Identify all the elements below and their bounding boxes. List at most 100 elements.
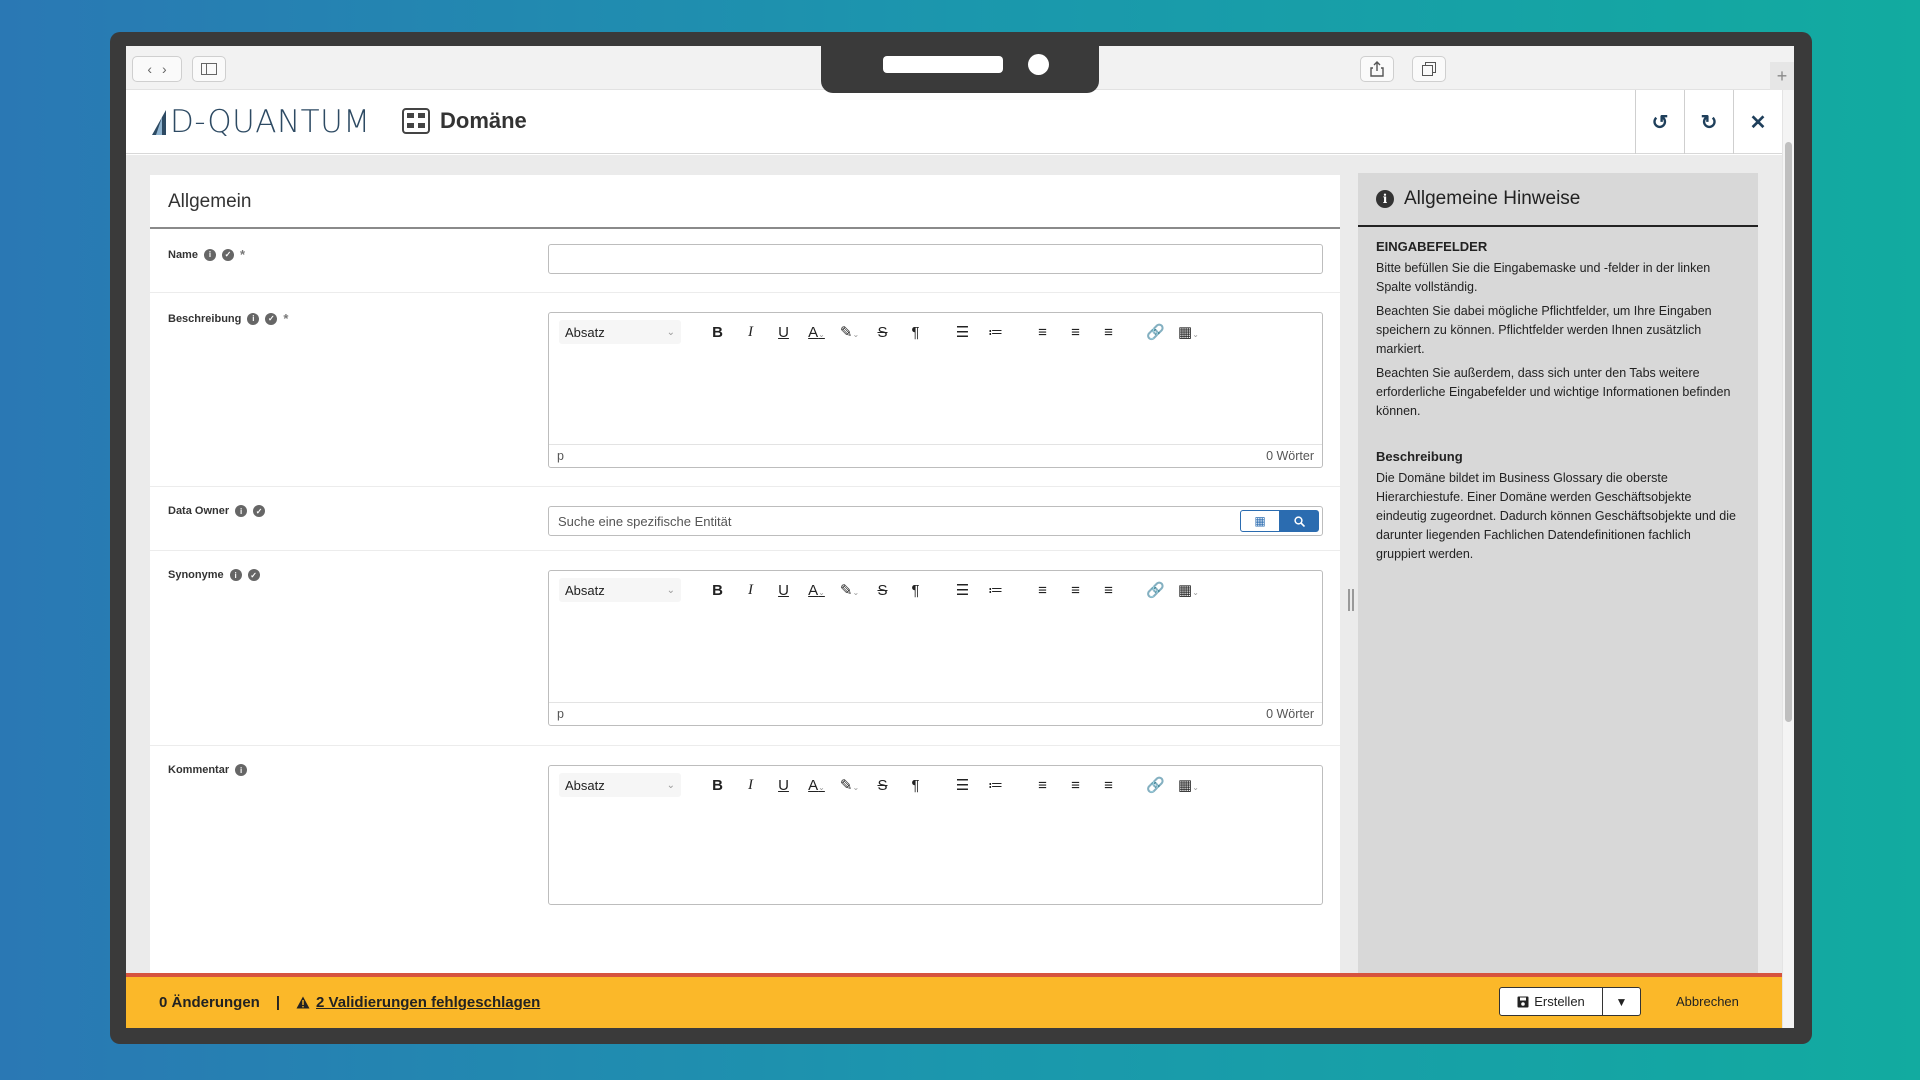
bold-icon[interactable]: B: [701, 777, 734, 794]
editor-content[interactable]: [549, 351, 1322, 445]
format-select[interactable]: Absatz ⌄: [559, 578, 681, 602]
create-options-dropdown[interactable]: ▼: [1603, 987, 1641, 1016]
name-input[interactable]: [548, 244, 1323, 274]
info-paragraph: Bitte befüllen Sie die Eingabemaske und …: [1376, 261, 1711, 294]
create-button-group: Erstellen ▼: [1499, 987, 1641, 1016]
table-icon[interactable]: ▦⌄: [1172, 776, 1205, 794]
chevron-down-icon: ⌄: [666, 584, 675, 596]
bullet-list-icon[interactable]: ☰: [946, 581, 979, 599]
align-right-icon[interactable]: ≡: [1092, 324, 1125, 341]
editor-content[interactable]: [549, 609, 1322, 703]
numbered-list-icon[interactable]: ≔: [979, 323, 1012, 341]
tabs-overview-button[interactable]: [1412, 56, 1446, 82]
cancel-button[interactable]: Abbrechen: [1676, 994, 1739, 1009]
numbered-list-icon[interactable]: ≔: [979, 581, 1012, 599]
bullet-list-icon[interactable]: ☰: [946, 776, 979, 794]
align-center-icon[interactable]: ≡: [1059, 777, 1092, 794]
align-left-icon[interactable]: ≡: [1026, 777, 1059, 794]
strikethrough-icon[interactable]: S: [866, 582, 899, 599]
align-left-icon[interactable]: ≡: [1026, 582, 1059, 599]
link-icon[interactable]: 🔗: [1139, 323, 1172, 341]
logo-text: D-QUANTUM: [170, 104, 371, 140]
underline-icon[interactable]: U: [767, 324, 800, 341]
italic-icon[interactable]: I: [734, 582, 767, 599]
bullet-list-icon[interactable]: ☰: [946, 323, 979, 341]
create-label: Erstellen: [1534, 994, 1585, 1009]
strikethrough-icon[interactable]: S: [866, 324, 899, 341]
bold-icon[interactable]: B: [701, 582, 734, 599]
kommentar-label-group: Kommentar i: [168, 764, 248, 776]
highlight-icon[interactable]: ✎⌄: [833, 776, 866, 794]
info-panel-body: EINGABEFELDER Bitte befüllen Sie die Ein…: [1358, 227, 1758, 579]
check-icon: ✓: [221, 248, 234, 261]
scrollbar[interactable]: [1782, 90, 1794, 1028]
beschreibung-label-group: Beschreibung i ✓ *: [168, 311, 288, 326]
beschreibung-row: Beschreibung i ✓ * Absatz ⌄ B I U A⌄ ✎⌄ S…: [150, 293, 1340, 487]
underline-icon[interactable]: U: [767, 777, 800, 794]
align-right-icon[interactable]: ≡: [1092, 582, 1125, 599]
editor-status-bar: p 0 Wörter: [549, 445, 1322, 467]
bold-icon[interactable]: B: [701, 324, 734, 341]
form-panel: Allgemein Name i ✓ * Beschreibung i ✓ *: [150, 175, 1340, 973]
changes-count: 0 Änderungen: [159, 994, 260, 1011]
info-icon[interactable]: i: [203, 248, 216, 261]
forward-icon[interactable]: ›: [162, 61, 167, 77]
data-owner-search-input[interactable]: Suche eine spezifische Entität ▦: [548, 506, 1323, 536]
kommentar-label: Kommentar: [168, 764, 230, 776]
align-left-icon[interactable]: ≡: [1026, 324, 1059, 341]
editor-toolbar: Absatz ⌄ B I U A⌄ ✎⌄ S ¶ ☰ ≔ ≡ ≡ ≡ 🔗 ▦⌄: [549, 571, 1322, 609]
scrollbar-thumb[interactable]: [1785, 142, 1792, 722]
text-color-icon[interactable]: A⌄: [800, 777, 833, 794]
align-center-icon[interactable]: ≡: [1059, 324, 1092, 341]
kommentar-editor[interactable]: Absatz ⌄ B I U A⌄ ✎⌄ S ¶ ☰ ≔ ≡ ≡ ≡ 🔗 ▦⌄: [548, 765, 1323, 905]
close-button[interactable]: ✕: [1733, 90, 1782, 154]
editor-content[interactable]: [549, 804, 1322, 904]
align-center-icon[interactable]: ≡: [1059, 582, 1092, 599]
page-title-area: Domäne: [402, 108, 527, 134]
validation-errors-link[interactable]: 2 Validierungen fehlgeschlagen: [296, 994, 540, 1011]
info-icon[interactable]: i: [235, 505, 248, 517]
beschreibung-editor[interactable]: Absatz ⌄ B I U A⌄ ✎⌄ S ¶ ☰ ≔ ≡ ≡ ≡ 🔗 ▦⌄ …: [548, 312, 1323, 468]
highlight-icon[interactable]: ✎⌄: [833, 581, 866, 599]
name-row: Name i ✓ *: [150, 229, 1340, 293]
table-icon[interactable]: ▦⌄: [1172, 323, 1205, 341]
share-button[interactable]: [1360, 56, 1394, 82]
link-icon[interactable]: 🔗: [1139, 581, 1172, 599]
strikethrough-icon[interactable]: S: [866, 777, 899, 794]
back-forward-buttons[interactable]: ‹ ›: [132, 56, 182, 82]
link-icon[interactable]: 🔗: [1139, 776, 1172, 794]
italic-icon[interactable]: I: [734, 777, 767, 794]
paragraph-mark-icon[interactable]: ¶: [899, 777, 932, 794]
format-select[interactable]: Absatz ⌄: [559, 773, 681, 797]
header-actions: ↺ ↻ ✕: [1635, 90, 1782, 154]
text-color-icon[interactable]: A⌄: [800, 324, 833, 341]
info-heading: EINGABEFELDER: [1376, 239, 1488, 254]
paragraph-mark-icon[interactable]: ¶: [899, 582, 932, 599]
required-icon: *: [283, 311, 289, 326]
underline-icon[interactable]: U: [767, 582, 800, 599]
table-icon[interactable]: ▦⌄: [1172, 581, 1205, 599]
align-right-icon[interactable]: ≡: [1092, 777, 1125, 794]
panel-resize-handle[interactable]: [1348, 589, 1354, 611]
create-button[interactable]: Erstellen: [1499, 987, 1603, 1016]
logo: D-QUANTUM: [150, 104, 371, 140]
search-button[interactable]: [1279, 510, 1319, 532]
italic-icon[interactable]: I: [734, 324, 767, 341]
paragraph-mark-icon[interactable]: ¶: [899, 324, 932, 341]
new-tab-button[interactable]: +: [1770, 62, 1794, 90]
sidebar-toggle-button[interactable]: [192, 56, 226, 82]
info-icon[interactable]: i: [247, 312, 260, 325]
browser-window: ‹ › + D-QUANTUM Domäne ↺ ↻ ✕ Allgemein N…: [126, 46, 1794, 1028]
info-icon[interactable]: i: [235, 764, 248, 776]
undo-button[interactable]: ↺: [1635, 90, 1684, 154]
highlight-icon[interactable]: ✎⌄: [833, 323, 866, 341]
info-icon[interactable]: i: [229, 569, 242, 581]
synonyme-row: Synonyme i ✓ Absatz ⌄ B I U A⌄ ✎⌄ S ¶ ☰: [150, 551, 1340, 746]
text-color-icon[interactable]: A⌄: [800, 582, 833, 599]
back-icon[interactable]: ‹: [147, 61, 152, 77]
format-select[interactable]: Absatz ⌄: [559, 320, 681, 344]
numbered-list-icon[interactable]: ≔: [979, 776, 1012, 794]
redo-button[interactable]: ↻: [1684, 90, 1733, 154]
synonyme-editor[interactable]: Absatz ⌄ B I U A⌄ ✎⌄ S ¶ ☰ ≔ ≡ ≡ ≡ 🔗 ▦⌄ …: [548, 570, 1323, 726]
browse-entities-button[interactable]: ▦: [1240, 510, 1280, 532]
